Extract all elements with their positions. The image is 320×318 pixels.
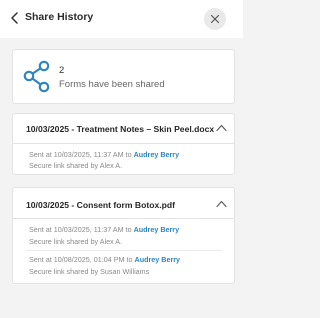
- share-entry-sent: Sent at 10/03/2025, 11:37 AM to Audrey B…: [29, 150, 179, 159]
- page-title: Share History: [25, 11, 94, 23]
- document-title[interactable]: 10/03/2025 - Consent form Botox.pdf: [26, 200, 175, 210]
- shared-count-label: Forms have been shared: [59, 79, 165, 90]
- chevron-up-icon[interactable]: [216, 124, 227, 132]
- recipient-link[interactable]: Audrey Berry: [135, 255, 181, 264]
- share-icon: [23, 60, 50, 93]
- recipient-link[interactable]: Audrey Berry: [134, 150, 180, 159]
- sent-text: Sent at 10/03/2025, 11:37 AM to: [29, 225, 134, 234]
- section-divider: [13, 218, 234, 219]
- back-button[interactable]: [8, 11, 22, 25]
- entry-divider: [26, 250, 222, 251]
- chevron-up-icon[interactable]: [216, 200, 227, 208]
- document-card: 10/03/2025 - Treatment Notes – Skin Peel…: [12, 113, 235, 175]
- sent-text: Sent at 10/03/2025, 11:37 AM to: [29, 150, 134, 159]
- sent-text: Sent at 10/08/2025, 01:04 PM to: [29, 255, 135, 264]
- document-title[interactable]: 10/03/2025 - Treatment Notes – Skin Peel…: [26, 124, 214, 134]
- header-bar: Share History: [0, 0, 243, 38]
- close-icon: [210, 14, 220, 24]
- share-entry-shared-by: Secure link shared by Alex A.: [29, 161, 123, 170]
- shared-count: 2: [59, 65, 65, 76]
- section-divider: [13, 143, 234, 144]
- share-entry-shared-by: Secure link shared by Susan Williams: [29, 267, 150, 276]
- close-button[interactable]: [204, 8, 226, 30]
- share-summary-card: 2 Forms have been shared: [12, 49, 235, 104]
- chevron-left-icon: [11, 12, 18, 24]
- share-entry-sent: Sent at 10/03/2025, 11:37 AM to Audrey B…: [29, 225, 179, 234]
- share-entry-shared-by: Secure link shared by Alex A.: [29, 237, 123, 246]
- recipient-link[interactable]: Audrey Berry: [134, 225, 180, 234]
- document-card: 10/03/2025 - Consent form Botox.pdf Sent…: [12, 187, 235, 284]
- share-entry-sent: Sent at 10/08/2025, 01:04 PM to Audrey B…: [29, 255, 180, 264]
